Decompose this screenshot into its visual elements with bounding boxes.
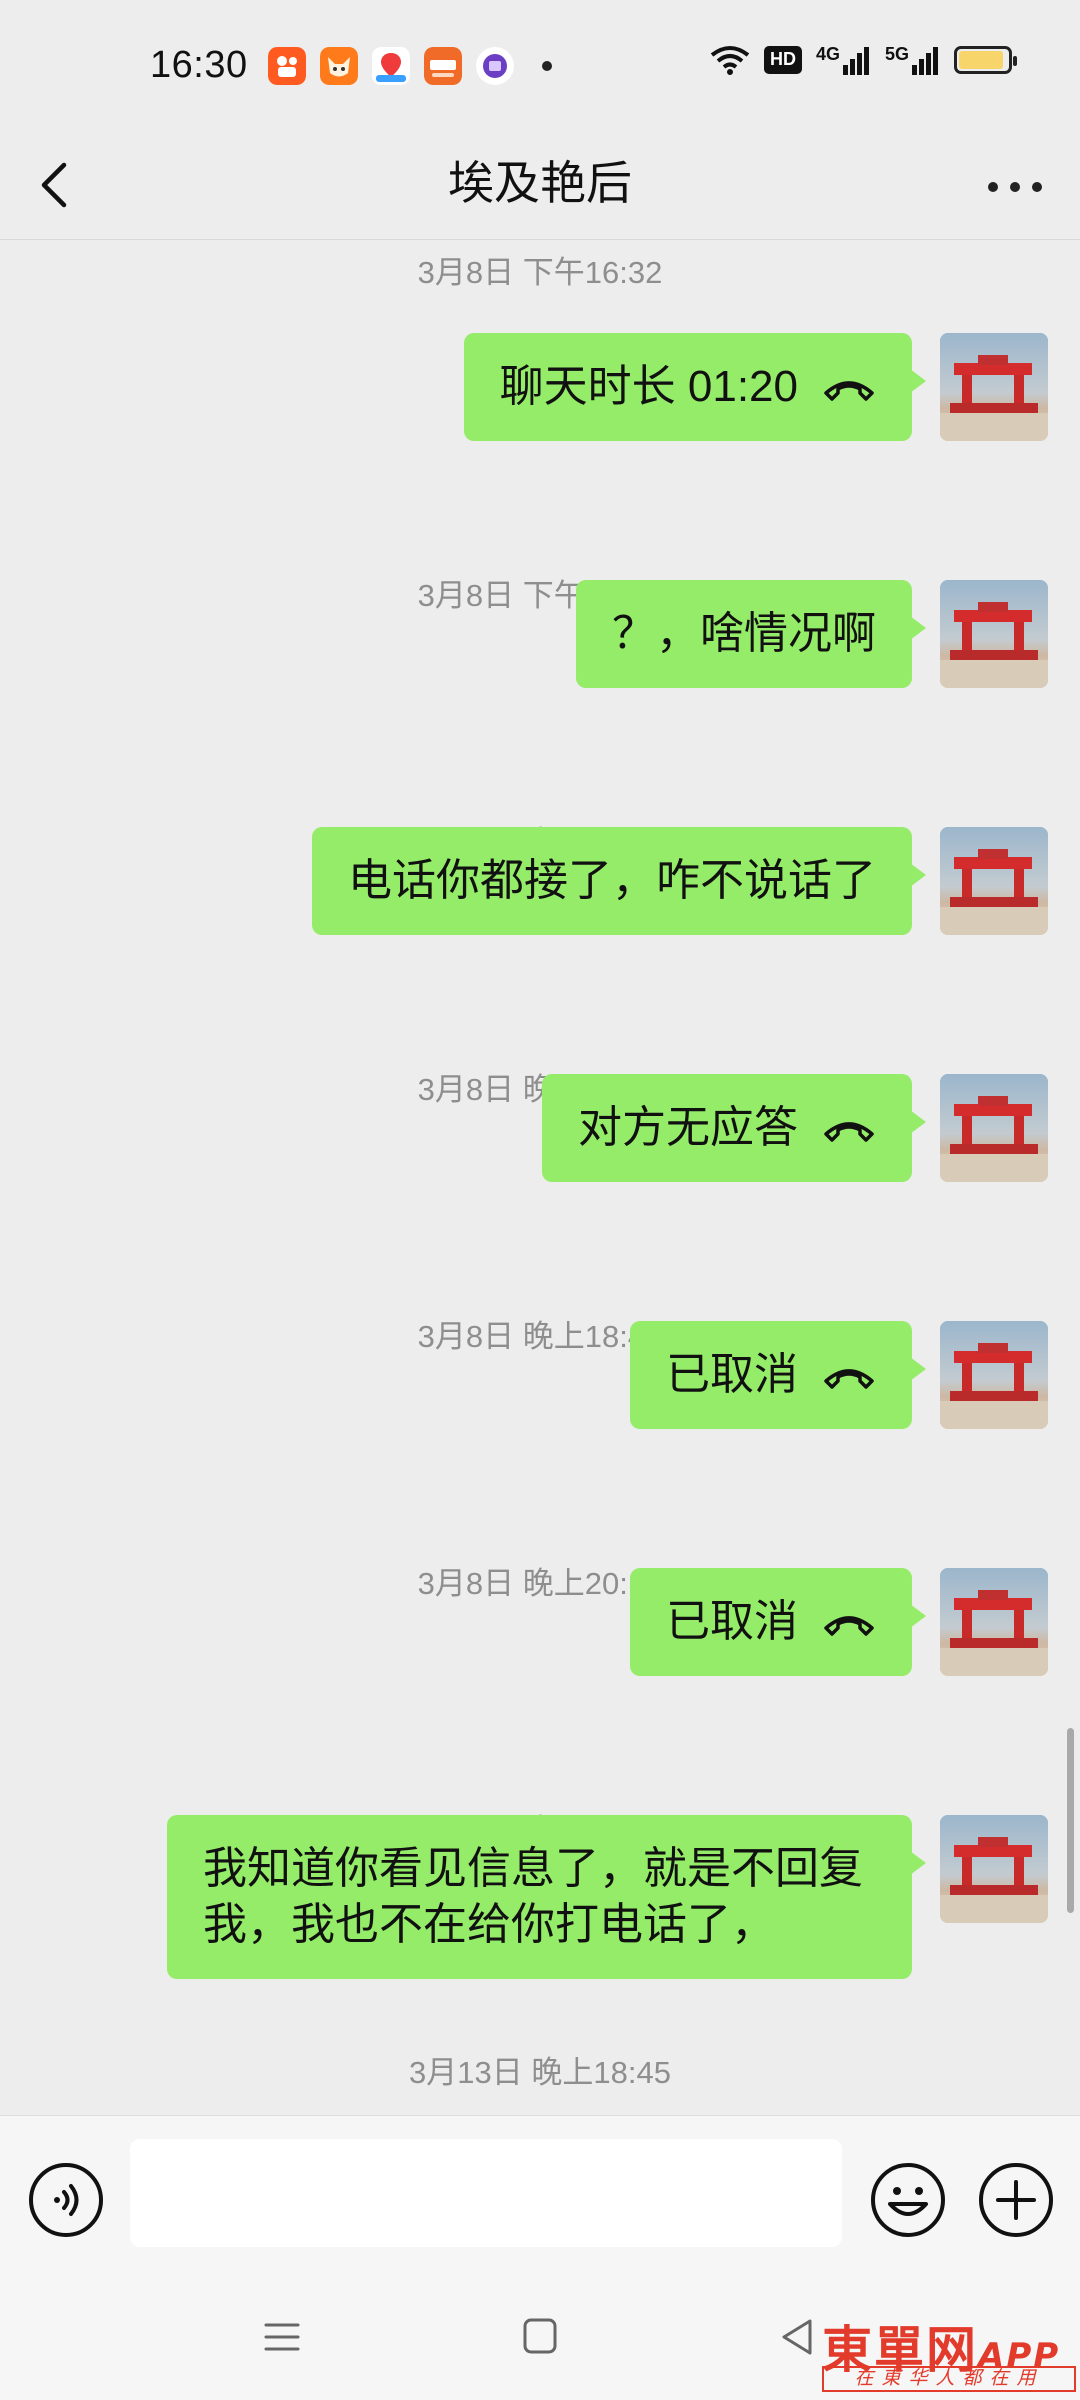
watermark-logo: 東單网APP 在東华人都在用 — [822, 2310, 1076, 2396]
message-bubble[interactable]: 聊天时长 01:20 — [463, 333, 927, 441]
voice-input-icon[interactable] — [26, 2160, 106, 2240]
message-text: 我知道你看见信息了，就是不回复我，我也不在给你打电话了， — [203, 1844, 863, 1949]
message-bubble[interactable]: ？，啥情况啊 — [576, 580, 926, 688]
kuaishou-icon — [268, 47, 306, 85]
message-row: 电话你都接了，咋不说话了 — [312, 827, 1048, 935]
status-bar: 16:30 HD 4G 5G — [0, 0, 1080, 135]
message-text: 已取消 — [666, 1597, 798, 1646]
avatar[interactable] — [940, 1321, 1048, 1429]
avatar[interactable] — [940, 1568, 1048, 1676]
chat-title: 埃及艳后 — [448, 157, 632, 209]
more-notifications-dot — [542, 61, 552, 71]
avatar[interactable] — [940, 1074, 1048, 1182]
phone-hangup-icon — [824, 1369, 874, 1390]
menu-icon[interactable] — [262, 2317, 302, 2357]
notification-icons — [268, 47, 552, 85]
phone-hangup-icon — [824, 1616, 874, 1637]
message-bubble[interactable]: 对方无应答 — [542, 1074, 926, 1182]
emoji-icon[interactable] — [868, 2160, 948, 2240]
message-row: ？，啥情况啊 — [576, 580, 1048, 688]
message-row: 对方无应答 — [542, 1074, 1048, 1182]
message-list[interactable]: 3月8日 下午16:32 聊天时长 01:20 3月8日 下午16:35 ？，啥… — [0, 241, 1080, 2115]
map-app-icon — [372, 47, 410, 85]
purple-app-icon — [476, 47, 514, 85]
message-row: 聊天时长 01:20 — [463, 333, 1048, 441]
message-text: ？，啥情况啊 — [612, 609, 876, 658]
avatar[interactable] — [940, 333, 1048, 441]
home-icon[interactable] — [522, 2317, 558, 2355]
message-bubble[interactable]: 已取消 — [630, 1321, 926, 1429]
message-row: 已取消 — [630, 1568, 1048, 1676]
status-time: 16:30 — [150, 44, 248, 86]
shudanwang-app-icon — [424, 47, 462, 85]
message-timestamp: 3月13日 晚上18:45 — [409, 2055, 671, 2090]
message-text: 电话你都接了，咋不说话了 — [348, 856, 876, 905]
watermark-subtitle: 在東华人都在用 — [822, 2366, 1076, 2392]
avatar[interactable] — [940, 580, 1048, 688]
message-row: 已取消 — [630, 1321, 1048, 1429]
fox-app-icon — [320, 47, 358, 85]
message-bubble[interactable]: 我知道你看见信息了，就是不回复我，我也不在给你打电话了， — [167, 1815, 926, 1979]
phone-hangup-icon — [824, 1122, 874, 1143]
back-triangle-icon[interactable] — [778, 2317, 818, 2357]
plus-icon[interactable] — [976, 2160, 1056, 2240]
hd-icon: HD — [763, 46, 802, 74]
message-timestamp: 3月8日 下午16:32 — [417, 255, 663, 290]
phone-hangup-icon — [824, 381, 874, 402]
message-text: 对方无应答 — [578, 1103, 798, 1152]
signal-5g-icon: 5G — [885, 45, 940, 75]
message-text: 已取消 — [666, 1350, 798, 1399]
chat-header: 埃及艳后 — [0, 135, 1080, 240]
message-input[interactable] — [130, 2139, 842, 2247]
message-bubble[interactable]: 已取消 — [630, 1568, 926, 1676]
avatar[interactable] — [940, 827, 1048, 935]
message-row: 我知道你看见信息了，就是不回复我，我也不在给你打电话了， — [167, 1815, 1048, 1979]
battery-icon — [954, 46, 1017, 74]
message-text: 聊天时长 01:20 — [499, 362, 798, 411]
status-right: HD 4G 5G — [710, 44, 1017, 76]
signal-4g-icon: 4G — [816, 45, 871, 75]
scrollbar[interactable] — [1067, 1728, 1074, 1913]
wifi-icon — [710, 46, 750, 75]
avatar[interactable] — [940, 1815, 1048, 1923]
more-options-icon[interactable] — [980, 157, 1050, 217]
message-bubble[interactable]: 电话你都接了，咋不说话了 — [312, 827, 926, 935]
input-bar — [0, 2115, 1080, 2275]
